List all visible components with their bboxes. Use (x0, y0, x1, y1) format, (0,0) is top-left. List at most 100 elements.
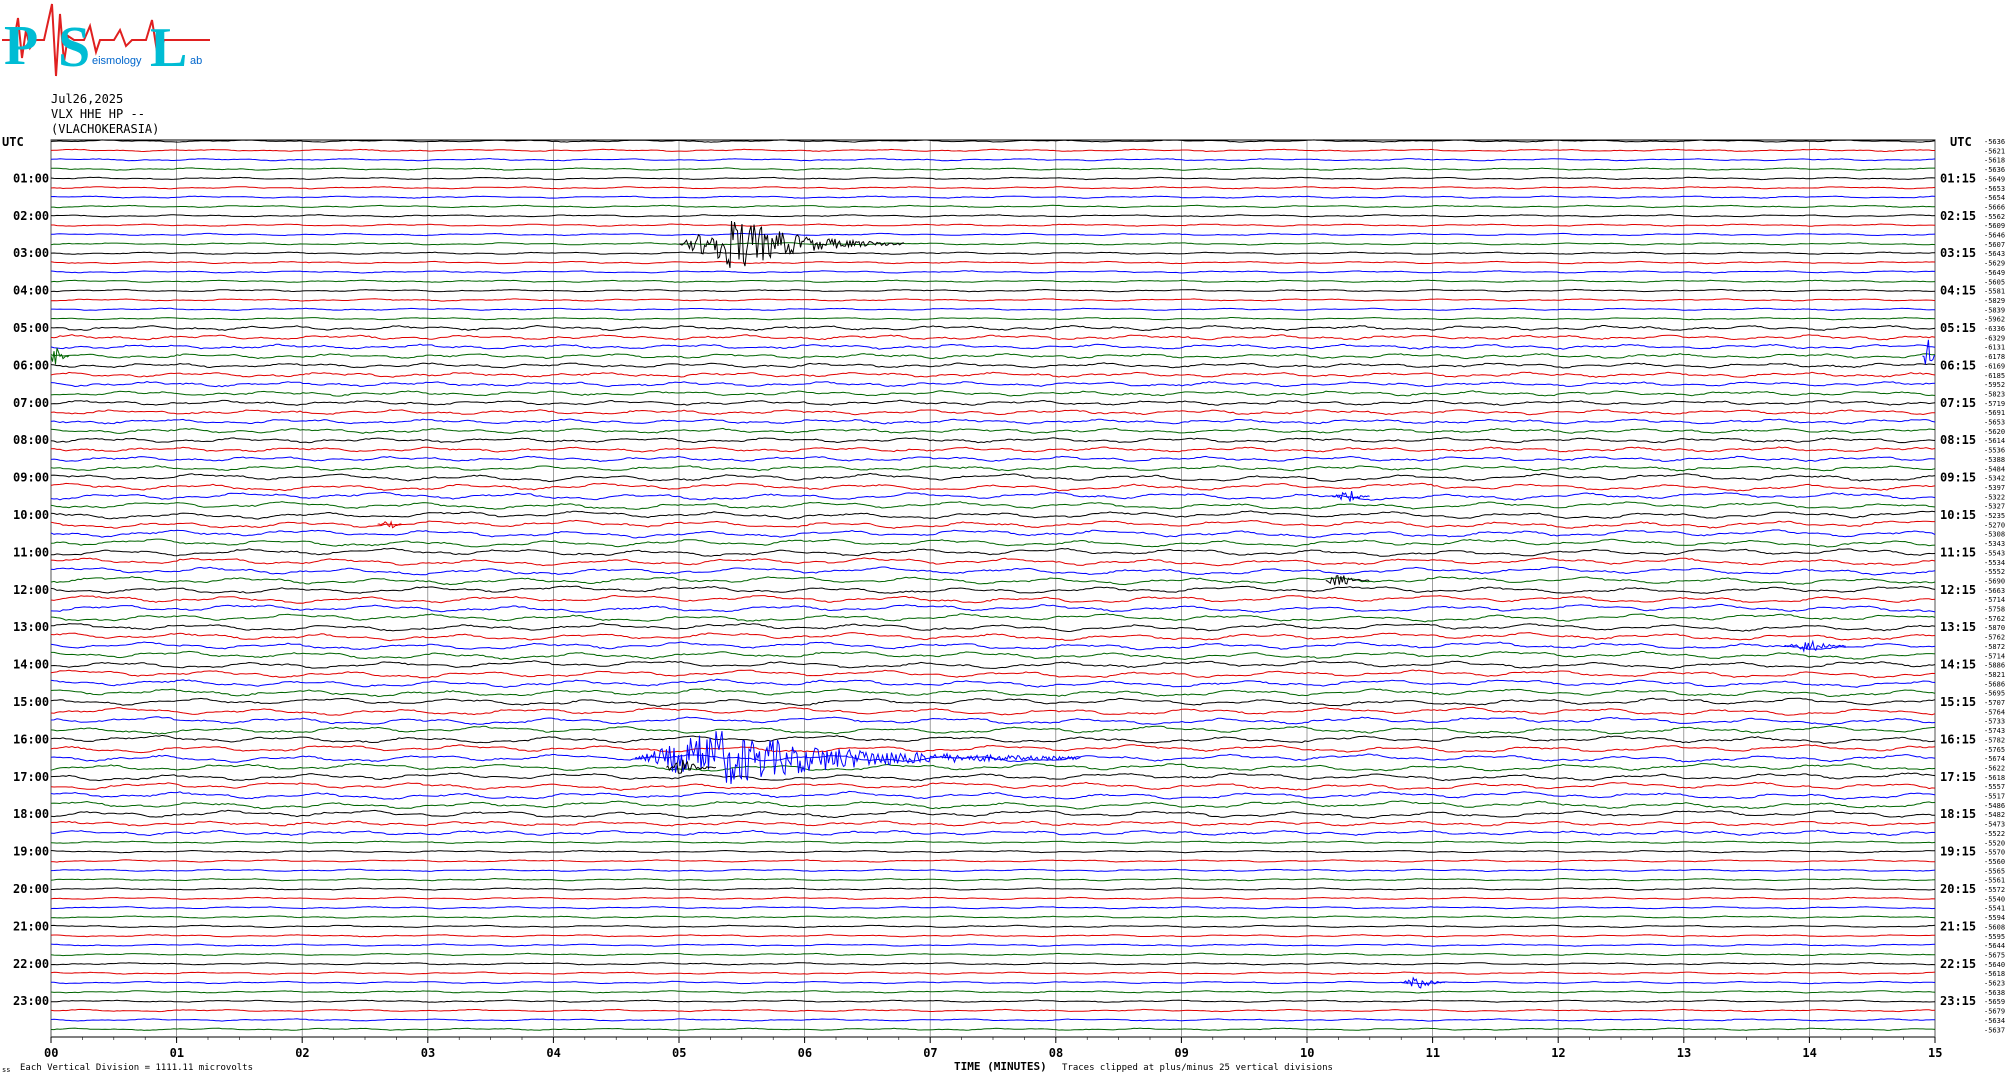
seismic-trace (51, 887, 1936, 891)
hour-label-right: 12:15 (1940, 583, 1976, 597)
seismic-trace (50, 353, 1936, 360)
seismic-trace (50, 896, 1936, 901)
seismic-trace (50, 343, 1936, 350)
hour-label-left: 14:00 (13, 658, 49, 672)
x-tick-label: 09 (1174, 1046, 1188, 1060)
seismic-trace (50, 999, 1936, 1003)
hour-label-left: 19:00 (13, 845, 49, 859)
hour-label-right: 08:15 (1940, 433, 1976, 447)
seismic-trace (50, 781, 1936, 791)
seismic-trace (50, 678, 1936, 688)
trace-offset-label: -5623 (1984, 980, 2005, 988)
x-tick-label: 12 (1551, 1046, 1565, 1060)
trace-offset-label: -5829 (1984, 297, 2005, 305)
trace-offset-label: -5605 (1984, 278, 2005, 286)
seismic-trace (50, 840, 1936, 844)
seismic-trace (50, 915, 1936, 919)
seismic-trace (50, 820, 1936, 827)
seismic-trace (50, 660, 1936, 670)
seismic-trace (50, 725, 1936, 735)
trace-offset-label: -5570 (1984, 849, 2005, 857)
hour-label-left: 21:00 (13, 919, 49, 933)
x-tick-label: 02 (295, 1046, 309, 1060)
trace-offset-label: -5636 (1984, 138, 2005, 146)
hour-label-right: 23:15 (1940, 994, 1976, 1008)
trace-offset-label: -5643 (1984, 250, 2005, 258)
trace-offset-label: -5536 (1984, 447, 2005, 455)
trace-offset-label: -6329 (1984, 334, 2005, 342)
trace-offset-label: -5886 (1984, 662, 2005, 670)
hour-label-right: 06:15 (1940, 358, 1976, 372)
trace-offset-label: -5640 (1984, 961, 2005, 969)
hour-label-left: 10:00 (13, 508, 49, 522)
seismic-trace (50, 669, 1936, 679)
trace-offset-label: -5322 (1984, 493, 2005, 501)
trace-offset-label: -5714 (1984, 652, 2005, 660)
trace-offset-label: -5743 (1984, 727, 2005, 735)
trace-offset-label: -5308 (1984, 531, 2005, 539)
trace-offset-label: -5534 (1984, 559, 2005, 567)
hour-label-left: 22:00 (13, 957, 49, 971)
hour-label-left: 03:00 (13, 246, 49, 260)
seismic-event (1325, 574, 1370, 586)
seismic-trace (50, 934, 1935, 938)
seismic-event (50, 347, 70, 365)
trace-offset-label: -5482 (1984, 811, 2005, 819)
trace-offset-label: -5646 (1984, 232, 2005, 240)
trace-offset-label: -5663 (1984, 587, 2005, 595)
clip-note: Traces clipped at plus/minus 25 vertical… (1062, 1063, 1333, 1073)
x-tick-label: 05 (672, 1046, 686, 1060)
hour-label-left: 07:00 (13, 396, 49, 410)
trace-offset-label: -5764 (1984, 708, 2005, 716)
trace-offset-label: -5653 (1984, 419, 2005, 427)
trace-offset-label: -5707 (1984, 699, 2005, 707)
trace-offset-label: -5733 (1984, 718, 2005, 726)
hour-label-right: 01:15 (1940, 171, 1976, 185)
trace-offset-label: -5659 (1984, 998, 2005, 1006)
hour-label-right: 05:15 (1940, 321, 1976, 335)
trace-offset-label: -5758 (1984, 606, 2005, 614)
trace-offset-label: -5714 (1984, 596, 2005, 604)
hour-label-right: 21:15 (1940, 919, 1976, 933)
trace-offset-label: -5679 (1984, 1008, 2005, 1016)
hour-label-left: 08:00 (13, 433, 49, 447)
trace-offset-label: -6336 (1984, 325, 2005, 333)
seismic-trace (50, 298, 1936, 302)
trace-offset-label: -5397 (1984, 484, 2005, 492)
seismic-trace (50, 877, 1936, 882)
trace-offset-label: -5541 (1984, 905, 2005, 913)
seismic-trace (50, 519, 1935, 529)
hour-label-left: 09:00 (13, 471, 49, 485)
seismic-trace (50, 324, 1936, 332)
trace-offset-label: -5636 (1984, 166, 2005, 174)
seismic-trace (50, 427, 1936, 434)
seismic-trace (50, 1008, 1936, 1013)
trace-offset-label: -5637 (1984, 1026, 2005, 1034)
trace-offset-label: -5388 (1984, 456, 2005, 464)
seismic-trace (50, 790, 1936, 800)
trace-offset-label: -5618 (1984, 157, 2005, 165)
seismic-trace (50, 260, 1936, 265)
hour-label-left: 12:00 (13, 583, 49, 597)
seismic-trace (50, 809, 1935, 819)
x-tick-label: 06 (798, 1046, 812, 1060)
seismic-trace (50, 279, 1936, 283)
seismic-trace (50, 437, 1936, 444)
seismic-trace (50, 270, 1936, 274)
helicorder-chart: UTC UTC 00 01 02 03 04 05 06 07 08 09 10 11 12 13 14 15… (2, 135, 2005, 1060)
hour-label-right: 02:15 (1940, 209, 1976, 223)
seismic-trace (50, 952, 1936, 957)
seismic-trace (50, 482, 1936, 492)
seismic-trace (50, 148, 1935, 153)
seismic-trace (50, 943, 1936, 947)
x-tick-label: 07 (923, 1046, 937, 1060)
seismic-trace (50, 762, 1936, 772)
trace-offset-label: -6169 (1984, 362, 2005, 370)
trace-offset-label: -5235 (1984, 512, 2005, 520)
x-tick-label: 01 (170, 1046, 184, 1060)
x-tick-label: 13 (1677, 1046, 1691, 1060)
seismic-trace (50, 906, 1936, 910)
hour-label-right: 11:15 (1940, 545, 1976, 559)
trace-offset-label: -5608 (1984, 923, 2005, 931)
x-axis-title: TIME (MINUTES) (954, 1060, 1047, 1073)
